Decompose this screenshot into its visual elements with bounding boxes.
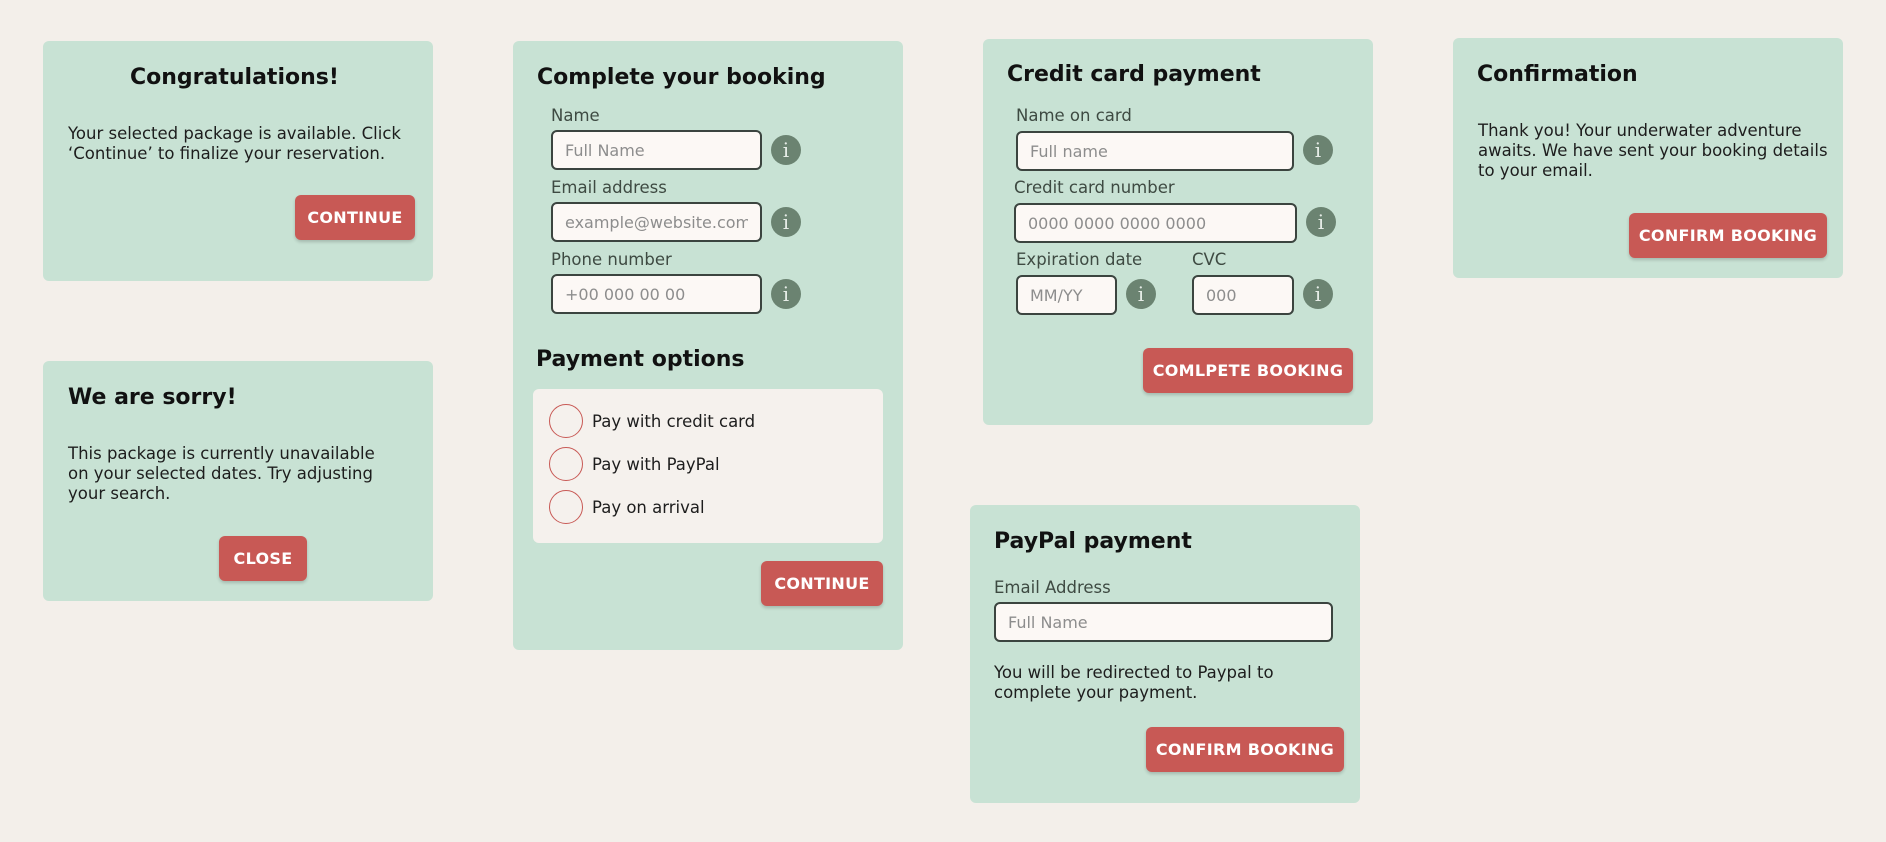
email-input[interactable] xyxy=(551,202,762,242)
cvc-input[interactable] xyxy=(1192,275,1294,315)
congratulations-continue-button[interactable]: CONTINUE xyxy=(295,195,415,240)
payment-options-list: Pay with credit card Pay with PayPal Pay… xyxy=(533,389,883,543)
radio-button[interactable] xyxy=(549,404,583,438)
congratulations-card: Congratulations! Your selected package i… xyxy=(43,41,433,281)
congratulations-message: Your selected package is available. Clic… xyxy=(68,124,401,163)
booking-continue-button[interactable]: CONTINUE xyxy=(761,561,883,606)
cvc-info-icon[interactable]: i xyxy=(1303,279,1333,309)
name-on-card-input[interactable] xyxy=(1016,131,1294,171)
credit-card-title: Credit card payment xyxy=(1007,62,1261,87)
email-label: Email address xyxy=(551,178,667,197)
email-info-icon[interactable]: i xyxy=(771,207,801,237)
confirmation-confirm-booking-button[interactable]: CONFIRM BOOKING xyxy=(1629,213,1827,258)
confirmation-title: Confirmation xyxy=(1477,62,1638,87)
sorry-message: This package is currently unavailable on… xyxy=(68,444,375,503)
credit-card-payment-card: Credit card payment Name on card i Credi… xyxy=(983,39,1373,425)
congratulations-title: Congratulations! xyxy=(130,65,339,90)
phone-input[interactable] xyxy=(551,274,762,314)
expiration-date-input[interactable] xyxy=(1016,275,1117,315)
card-number-info-icon[interactable]: i xyxy=(1306,207,1336,237)
name-info-icon[interactable]: i xyxy=(771,135,801,165)
payment-option-label: Pay with credit card xyxy=(592,411,756,431)
paypal-title: PayPal payment xyxy=(994,529,1192,554)
payment-option-label: Pay on arrival xyxy=(592,497,705,517)
booking-title: Complete your booking xyxy=(537,65,826,90)
paypal-email-label: Email Address xyxy=(994,578,1111,597)
sorry-close-button[interactable]: CLOSE xyxy=(219,536,307,581)
phone-label: Phone number xyxy=(551,250,672,269)
cvc-label: CVC xyxy=(1192,250,1227,269)
expiration-date-info-icon[interactable]: i xyxy=(1126,279,1156,309)
name-on-card-label: Name on card xyxy=(1016,106,1132,125)
name-input[interactable] xyxy=(551,130,762,170)
complete-booking-button[interactable]: COMLPETE BOOKING xyxy=(1143,348,1353,393)
payment-option-credit-card[interactable]: Pay with credit card xyxy=(549,404,755,438)
sorry-title: We are sorry! xyxy=(68,385,237,410)
name-on-card-info-icon[interactable]: i xyxy=(1303,135,1333,165)
paypal-payment-card: PayPal payment Email Address You will be… xyxy=(970,505,1360,803)
paypal-redirect-message: You will be redirected to Paypal to comp… xyxy=(994,663,1274,702)
sorry-card: We are sorry! This package is currently … xyxy=(43,361,433,601)
payment-option-paypal[interactable]: Pay with PayPal xyxy=(549,447,720,481)
card-number-label: Credit card number xyxy=(1014,178,1175,197)
radio-button[interactable] xyxy=(549,447,583,481)
radio-button[interactable] xyxy=(549,490,583,524)
confirmation-card: Confirmation Thank you! Your underwater … xyxy=(1453,38,1843,278)
name-label: Name xyxy=(551,106,600,125)
paypal-confirm-booking-button[interactable]: CONFIRM BOOKING xyxy=(1146,727,1344,772)
phone-info-icon[interactable]: i xyxy=(771,279,801,309)
expiration-date-label: Expiration date xyxy=(1016,250,1143,269)
payment-option-arrival[interactable]: Pay on arrival xyxy=(549,490,705,524)
card-number-input[interactable] xyxy=(1014,203,1297,243)
confirmation-message: Thank you! Your underwater adventure awa… xyxy=(1478,121,1828,180)
booking-card: Complete your booking Name i Email addre… xyxy=(513,41,903,650)
paypal-email-input[interactable] xyxy=(994,602,1333,642)
payment-options-title: Payment options xyxy=(536,347,745,372)
payment-option-label: Pay with PayPal xyxy=(592,454,720,474)
